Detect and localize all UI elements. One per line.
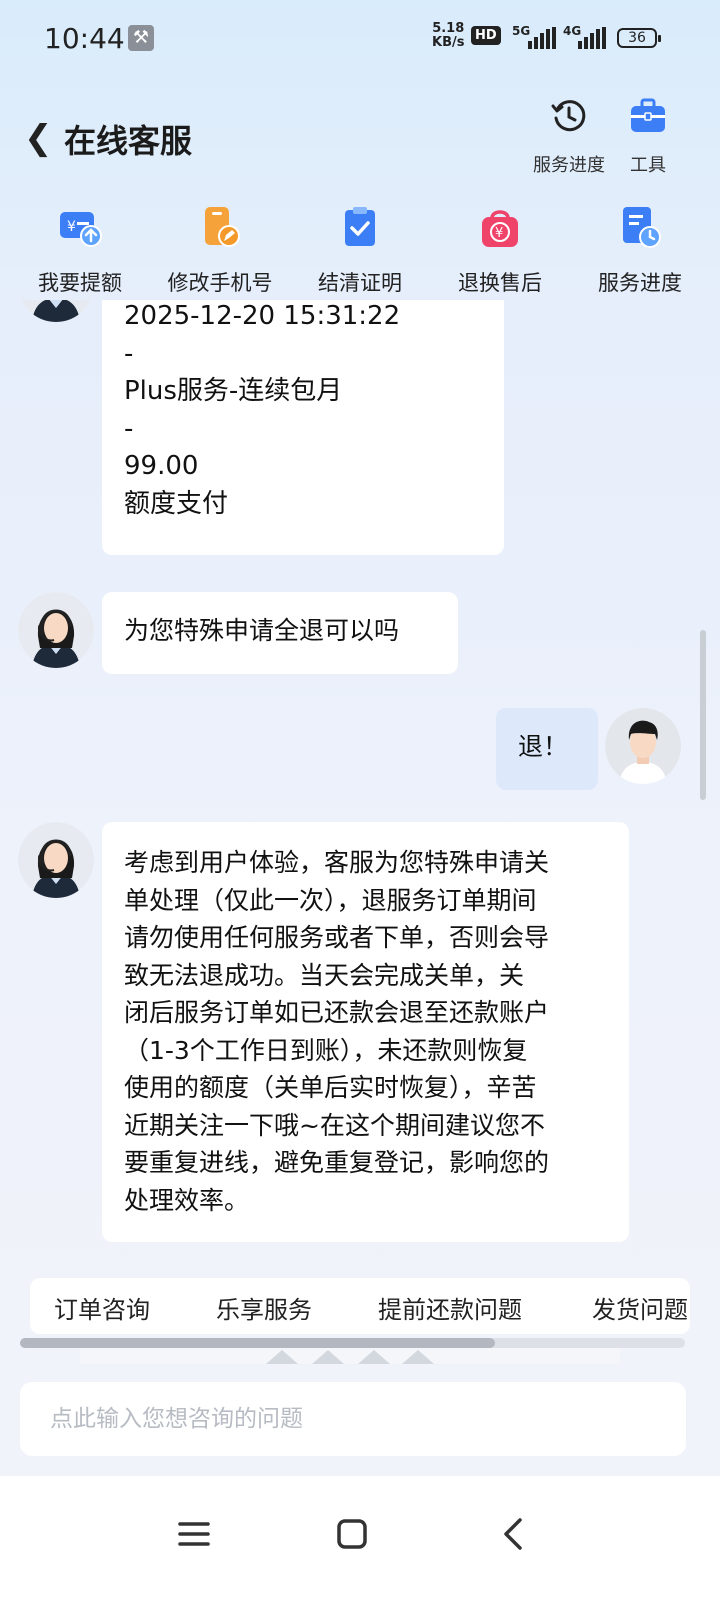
agent-message-line: 考虑到用户体验，客服为您特殊申请关: [124, 848, 550, 877]
decor-triangle: [358, 1350, 390, 1364]
status-bar: 10:44 ⚒ 5.18 KB/s HD 5G 4G 36: [0, 0, 720, 80]
agent-message-text: 为您特殊申请全退可以吗: [124, 616, 400, 645]
clock-history-icon: [551, 100, 586, 132]
order-amount: 99.00: [124, 451, 199, 481]
network-speed: 5.18 KB/s: [432, 21, 465, 50]
quick-topics-bar[interactable]: 订单咨询 乐享服务 提前还款问题 发货问题: [30, 1278, 690, 1334]
signal-bars-icon: [578, 27, 606, 49]
chat-scrollbar[interactable]: [700, 630, 706, 800]
decor-triangle: [266, 1350, 298, 1364]
agent-message-line: 近期关注一下哦~在这个期间建议您不: [124, 1110, 545, 1140]
separator-text: -: [124, 413, 134, 444]
message-input[interactable]: [20, 1382, 686, 1456]
background-strip: [80, 1348, 620, 1364]
service-progress-button[interactable]: 服务进度: [528, 96, 610, 177]
system-nav-bar: [0, 1476, 720, 1600]
order-info-bubble: 2025-12-20 15:31:22 - Plus服务-连续包月 - 99.0…: [102, 300, 504, 555]
header: ❮ 在线客服 服务进度 工具: [0, 90, 720, 190]
quick-action-change-phone[interactable]: 修改手机号: [155, 200, 285, 300]
quick-action-label: 修改手机号: [167, 271, 273, 295]
document-clock-icon: [623, 207, 661, 248]
menu-icon[interactable]: [164, 1504, 224, 1564]
agent-message-bubble: 考虑到用户体验，客服为您特殊申请关 单处理（仅此一次），退服务订单期间 请勿使用…: [102, 822, 629, 1242]
quick-action-service-progress[interactable]: 服务进度: [575, 200, 705, 300]
topic-chip-early-repayment[interactable]: 提前还款问题: [378, 1290, 522, 1325]
quick-action-label: 我要提额: [38, 271, 122, 295]
message-input-container[interactable]: [20, 1382, 686, 1456]
wrench-icon: ⚒: [128, 25, 154, 51]
signal-bars-icon: [528, 27, 556, 49]
order-datetime: 2025-12-20 15:31:22: [124, 301, 401, 331]
agent-message-line: 处理效率。: [124, 1185, 250, 1215]
quick-action-raise-limit[interactable]: ¥ 我要提额: [15, 200, 145, 300]
agent-message-line: 请勿使用任何服务或者下单，否则会导: [124, 923, 550, 952]
quick-action-label: 退换售后: [458, 271, 542, 295]
clipboard-check-icon: [345, 207, 375, 246]
agent-message-line: 闭后服务订单如已还款会退至还款账户: [124, 998, 550, 1027]
svg-text:¥: ¥: [495, 226, 503, 241]
agent-message-line: 要重复进线，避免重复登记，影响您的: [124, 1148, 550, 1177]
chat-area[interactable]: 2025-12-20 15:31:22 - Plus服务-连续包月 - 99.0…: [0, 300, 720, 1380]
agent-message-line: 单处理（仅此一次），退服务订单期间: [124, 885, 537, 915]
user-avatar: [605, 708, 681, 784]
tools-button[interactable]: 工具: [624, 96, 672, 177]
decor-triangle: [402, 1350, 434, 1364]
quick-action-refund-aftersales[interactable]: ¥ 退换售后: [435, 200, 565, 300]
chevron-left-icon[interactable]: ❮: [24, 118, 53, 158]
agent-message-line: 使用的额度（关单后实时恢复），辛苦: [124, 1073, 537, 1102]
agent-message-line: 致无法退成功。当天会完成关单，关: [124, 960, 525, 990]
battery-icon: 36: [617, 28, 661, 48]
order-payment-method: 额度支付: [124, 488, 229, 519]
separator-text: -: [124, 338, 134, 369]
page-title: 在线客服: [64, 122, 193, 160]
user-message-text: 退！: [518, 732, 569, 761]
topic-chip-shipping[interactable]: 发货问题: [592, 1290, 688, 1325]
toolbox-icon: [631, 98, 665, 132]
service-progress-label: 服务进度: [533, 155, 605, 176]
quick-action-settlement-proof[interactable]: 结清证明: [295, 200, 425, 300]
hd-badge: HD: [471, 26, 501, 45]
wallet-up-icon: ¥: [60, 212, 102, 247]
refund-bag-icon: ¥: [482, 210, 518, 247]
order-product: Plus服务-连续包月: [124, 376, 343, 406]
topics-horizontal-scrollbar[interactable]: [20, 1338, 685, 1348]
status-time: 10:44: [44, 22, 125, 55]
user-message-bubble: 退！: [496, 708, 598, 790]
decor-triangle: [312, 1350, 344, 1364]
quick-action-label: 服务进度: [598, 271, 682, 295]
back-triangle-icon[interactable]: [482, 1504, 542, 1564]
quick-action-label: 结清证明: [318, 271, 402, 295]
topic-chip-order[interactable]: 订单咨询: [54, 1290, 150, 1325]
agent-avatar: [18, 822, 94, 898]
quick-actions: ¥ 我要提额 修改手机号 结清证明 ¥ 退换售后 服务进度: [0, 200, 720, 300]
phone-edit-icon: [205, 207, 240, 247]
svg-text:¥: ¥: [67, 219, 76, 235]
agent-avatar: [18, 300, 94, 322]
tools-label: 工具: [630, 155, 666, 176]
agent-message-bubble: 为您特殊申请全退可以吗: [102, 592, 458, 674]
agent-avatar: [18, 592, 94, 668]
agent-message-line: （1-3个工作日到账），未还款则恢复: [124, 1035, 528, 1065]
home-square-icon[interactable]: [322, 1504, 382, 1564]
topic-chip-lexiang[interactable]: 乐享服务: [216, 1290, 312, 1325]
